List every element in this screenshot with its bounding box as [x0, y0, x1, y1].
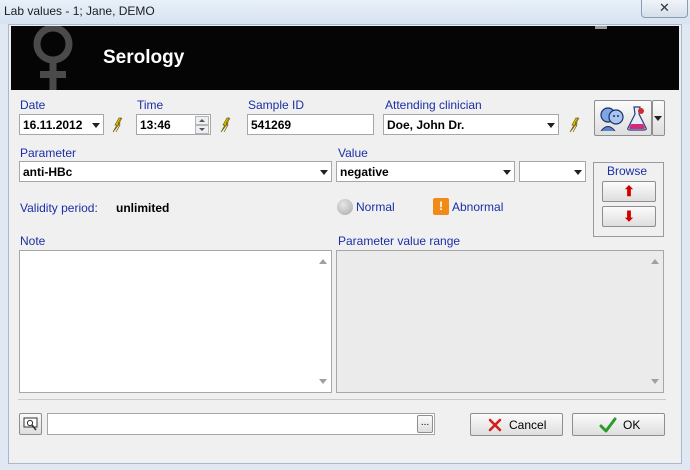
- chevron-down-icon[interactable]: [574, 170, 582, 175]
- parameter-value: anti-HBc: [23, 165, 73, 179]
- browse-group: Browse ⬆ ⬇: [593, 162, 664, 237]
- browse-label: Browse: [607, 164, 648, 178]
- ellipsis-icon: ...: [420, 417, 430, 428]
- browse-up-button[interactable]: ⬆: [602, 181, 656, 202]
- scroll-up-icon[interactable]: [319, 259, 327, 264]
- normal-status-icon: [337, 199, 353, 215]
- date-value: 16.11.2012: [23, 118, 83, 132]
- normal-label: Normal: [356, 200, 395, 214]
- window-title-bar: Lab values - 1; Jane, DEMO: [0, 0, 690, 24]
- ellipsis-button[interactable]: ...: [417, 415, 433, 433]
- close-icon: ✕: [659, 0, 670, 15]
- clinician-select[interactable]: Doe, John Dr.: [383, 114, 559, 135]
- checkmark-icon: [599, 417, 617, 433]
- lightning-icon[interactable]: [110, 117, 124, 133]
- abnormal-warning-icon: !: [433, 198, 449, 215]
- time-spin-down-button[interactable]: [195, 125, 209, 134]
- scroll-down-icon[interactable]: [319, 379, 327, 384]
- sample-id-label: Sample ID: [248, 98, 305, 112]
- chevron-down-icon[interactable]: [503, 170, 511, 175]
- close-button[interactable]: ✕: [641, 0, 688, 18]
- value-label: Value: [338, 146, 368, 160]
- cancel-button[interactable]: Cancel: [470, 413, 563, 436]
- date-picker[interactable]: 16.11.2012: [19, 114, 104, 135]
- validity-value: unlimited: [116, 201, 170, 215]
- note-textarea[interactable]: [19, 250, 332, 393]
- cancel-x-icon: [488, 418, 502, 432]
- time-label: Time: [137, 98, 164, 112]
- arrow-up-icon: ⬆: [623, 183, 635, 199]
- clinician-label: Attending clinician: [385, 98, 482, 112]
- flask-icon: [627, 106, 647, 131]
- scroll-up-icon[interactable]: [651, 259, 659, 264]
- validity-label: Validity period:: [20, 201, 98, 215]
- unit-select[interactable]: [519, 161, 586, 182]
- footer-input[interactable]: ...: [47, 413, 435, 435]
- chevron-down-icon[interactable]: [92, 123, 100, 128]
- people-icon: [600, 107, 624, 132]
- footer-divider: [18, 399, 666, 400]
- clinician-value: Doe, John Dr.: [387, 118, 465, 132]
- parameter-select[interactable]: anti-HBc: [19, 161, 332, 182]
- chevron-down-icon[interactable]: [320, 170, 328, 175]
- time-value: 13:46: [140, 118, 171, 132]
- header-banner: Serology: [11, 26, 679, 90]
- value-range-textarea: [336, 250, 664, 393]
- female-symbol-icon: [33, 26, 73, 90]
- parameter-label: Parameter: [20, 146, 77, 160]
- sample-id-value: 541269: [251, 118, 292, 132]
- note-scrollbar[interactable]: [315, 251, 331, 392]
- value-range-label: Parameter value range: [338, 234, 461, 248]
- scroll-down-icon[interactable]: [651, 379, 659, 384]
- lightning-icon[interactable]: [218, 117, 232, 133]
- exclamation-glyph: !: [439, 199, 443, 213]
- value-range-scrollbar[interactable]: [647, 251, 663, 392]
- preview-button[interactable]: [19, 413, 42, 435]
- banner-corner-mark: [595, 26, 607, 29]
- note-label: Note: [20, 234, 46, 248]
- ok-button[interactable]: OK: [572, 413, 665, 436]
- browse-down-button[interactable]: ⬇: [602, 206, 656, 227]
- abnormal-label: Abnormal: [452, 200, 504, 214]
- section-title: Serology: [103, 47, 185, 68]
- time-spin-up-button[interactable]: [195, 116, 209, 125]
- value-select[interactable]: negative: [336, 161, 515, 182]
- arrow-down-icon: ⬇: [623, 208, 635, 224]
- lab-contacts-button[interactable]: [594, 100, 652, 136]
- preview-icon: [23, 417, 38, 431]
- window-title: Lab values - 1; Jane, DEMO: [4, 4, 155, 18]
- time-input[interactable]: 13:46: [136, 114, 211, 135]
- value-selected: negative: [340, 165, 389, 179]
- lightning-icon[interactable]: [567, 117, 581, 133]
- cancel-label: Cancel: [509, 418, 547, 432]
- chevron-down-icon[interactable]: [547, 123, 555, 128]
- chevron-down-icon: [654, 116, 662, 121]
- sample-id-input[interactable]: 541269: [247, 114, 374, 135]
- date-label: Date: [20, 98, 46, 112]
- ok-label: OK: [623, 418, 641, 432]
- lab-contacts-menu-button[interactable]: [652, 100, 665, 136]
